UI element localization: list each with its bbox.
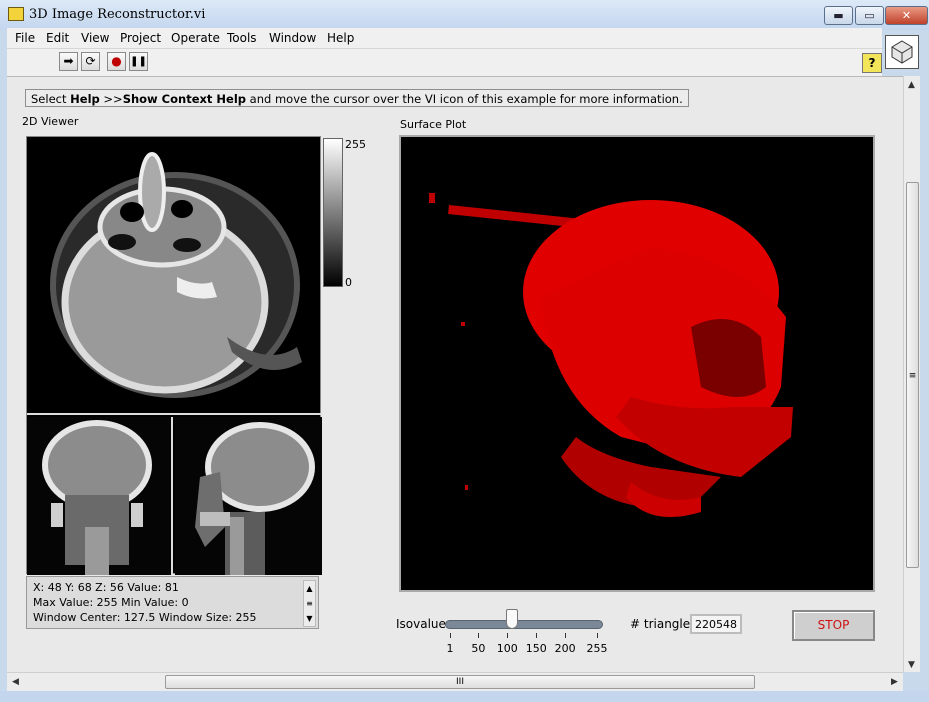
status-line-coords: X: 48 Y: 68 Z: 56 Value: 81 [33, 581, 179, 594]
window-title: 3D Image Reconstructor.vi [29, 7, 206, 22]
sagittal-slice-image[interactable] [175, 417, 322, 575]
minimize-button[interactable]: ▬ [824, 6, 853, 25]
triangles-label: # triangles [630, 617, 697, 631]
menu-view[interactable]: View [81, 31, 109, 45]
menu-operate[interactable]: Operate [171, 31, 220, 45]
pause-button[interactable]: ❚❚ [129, 52, 148, 71]
isovalue-tick-mark [478, 633, 480, 638]
menu-window[interactable]: Window [269, 31, 316, 45]
menu-edit[interactable]: Edit [46, 31, 69, 45]
horizontal-scrollbar[interactable]: ◀ III ▶ [7, 672, 903, 691]
axial-slice-image[interactable] [27, 137, 322, 415]
viewer-2d-label: 2D Viewer [22, 115, 79, 128]
context-help-hint: Select Help >>Show Context Help and move… [25, 89, 689, 107]
isovalue-slider-track[interactable] [445, 620, 603, 629]
toolbar: ➡ ⟳ ● ❚❚ ? [7, 49, 882, 76]
vertical-scrollbar[interactable]: ▲ ≡ ▼ [903, 76, 920, 672]
isovalue-tick-mark [597, 633, 598, 638]
title-bar: 3D Image Reconstructor.vi ▬ ▭ ✕ [0, 0, 929, 30]
triangles-count: 220548 [690, 614, 742, 634]
cube-icon [891, 40, 913, 64]
status-line-window: Window Center: 127.5 Window Size: 255 [33, 611, 257, 624]
colorbar-min-label: 0 [345, 276, 352, 289]
isovalue-tick-mark [536, 633, 538, 638]
isovalue-tick-label: 50 [471, 642, 486, 655]
status-scrollbar[interactable]: ▲ ≡ ▼ [303, 580, 316, 627]
colorbar-max-label: 255 [345, 138, 366, 151]
menu-bar: File Edit View Project Operate Tools Win… [7, 28, 882, 49]
isovalue-tick-label: 200 [554, 642, 576, 655]
scroll-right-arrow[interactable]: ▶ [891, 677, 898, 687]
isovalue-tick-mark [507, 633, 509, 638]
skull-render [429, 193, 793, 517]
maximize-button[interactable]: ▭ [855, 6, 884, 25]
isovalue-tick-label: 255 [586, 642, 608, 655]
window-frame-bottom [0, 691, 929, 702]
isovalue-tick-mark [565, 633, 567, 638]
front-panel: Select Help >>Show Context Help and move… [7, 76, 903, 672]
viewer-status-box: X: 48 Y: 68 Z: 56 Value: 81 Max Value: 2… [26, 576, 319, 629]
menu-project[interactable]: Project [120, 31, 161, 45]
isovalue-tick-mark [450, 633, 451, 638]
menu-help[interactable]: Help [327, 31, 354, 45]
viewer-2d[interactable] [26, 136, 322, 575]
status-line-range: Max Value: 255 Min Value: 0 [33, 596, 189, 609]
labview-app-icon [8, 7, 24, 21]
isovalue-tick-label: 100 [496, 642, 518, 655]
isovalue-tick-label: 150 [525, 642, 547, 655]
isovalue-label: Isovalue [396, 617, 446, 631]
horizontal-scroll-thumb[interactable]: III [165, 675, 755, 689]
context-help-button[interactable]: ? [862, 53, 882, 73]
vi-icon[interactable] [885, 35, 919, 69]
scroll-down-arrow[interactable]: ▼ [908, 660, 915, 670]
surface-plot[interactable] [399, 135, 875, 592]
isovalue-slider-thumb[interactable] [505, 609, 518, 629]
isovalue-tick-label: 1 [446, 642, 454, 655]
vertical-scroll-thumb[interactable]: ≡ [906, 182, 919, 568]
run-button[interactable]: ➡ [59, 52, 78, 71]
surface-plot-label: Surface Plot [400, 118, 467, 131]
menu-tools[interactable]: Tools [227, 31, 257, 45]
scroll-left-arrow[interactable]: ◀ [12, 677, 19, 687]
grayscale-colorbar [323, 138, 343, 287]
menu-file[interactable]: File [15, 31, 35, 45]
run-continuously-button[interactable]: ⟳ [81, 52, 100, 71]
scroll-up-arrow[interactable]: ▲ [908, 80, 915, 90]
stop-button[interactable]: STOP [792, 610, 875, 641]
coronal-slice-image[interactable] [27, 417, 173, 575]
abort-button[interactable]: ● [107, 52, 126, 71]
close-button[interactable]: ✕ [885, 6, 928, 25]
